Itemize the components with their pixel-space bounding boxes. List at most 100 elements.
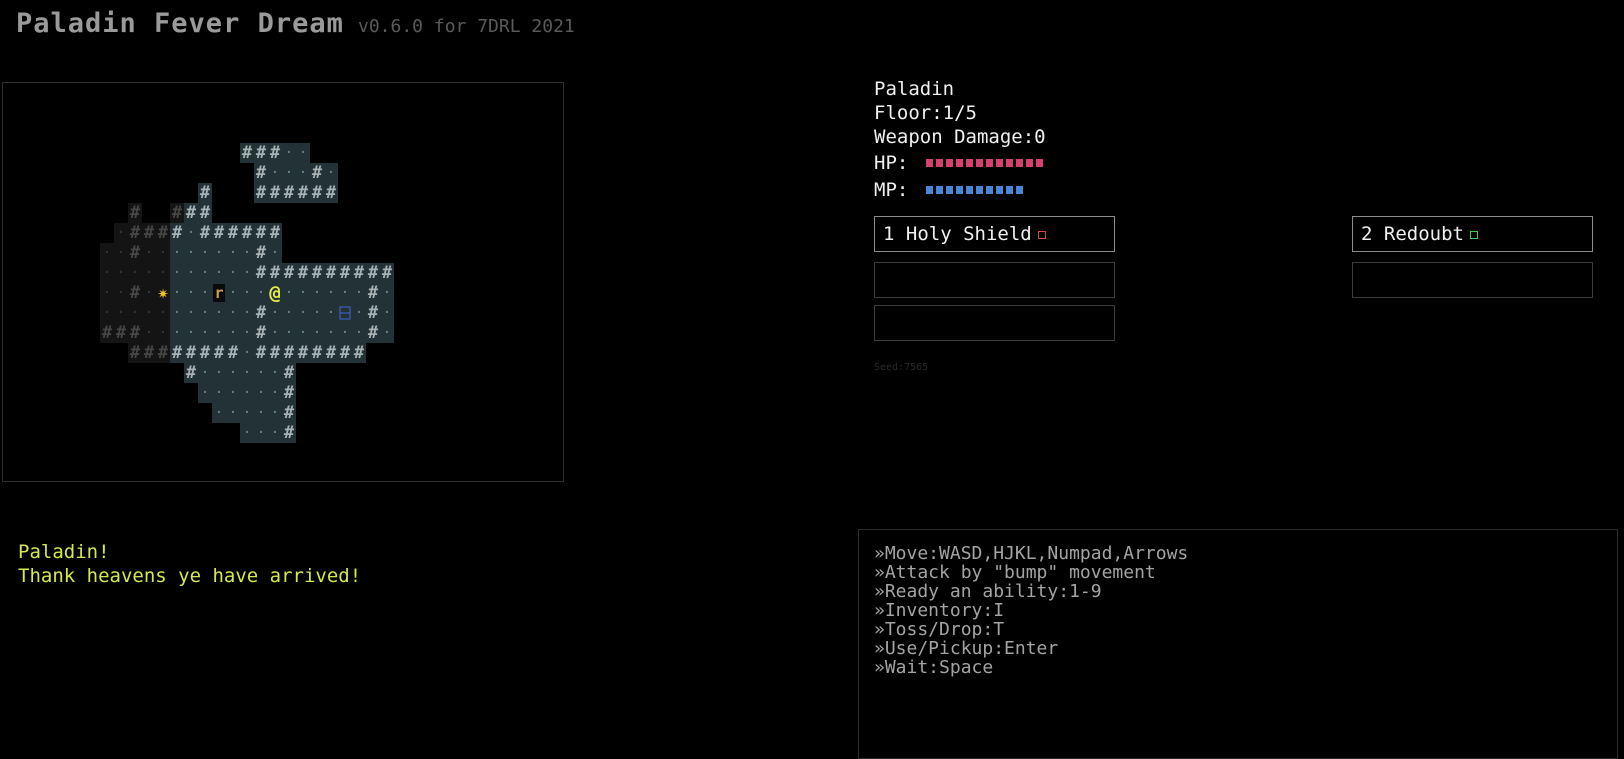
floor-tile: ·	[257, 405, 265, 421]
mp-pip	[966, 185, 973, 194]
floor-tile: ·	[145, 245, 153, 261]
floor-tile: ·	[243, 325, 251, 341]
floor-tile: ·	[327, 325, 335, 341]
floor-tile: ·	[229, 365, 237, 381]
stats-panel: Paladin Floor:1/5 Weapon Damage:0 HP: MP…	[874, 77, 1046, 203]
wall-tile: #	[130, 283, 141, 303]
floor-tile: ·	[173, 305, 181, 321]
floor-tile: ·	[117, 225, 125, 241]
floor-tile: ·	[327, 305, 335, 321]
floor-tile: ·	[103, 285, 111, 301]
floor-tile: ·	[201, 365, 209, 381]
floor-tile: ·	[271, 365, 279, 381]
wall-tile: #	[256, 143, 267, 163]
floor-tile: ·	[201, 265, 209, 281]
floor-tile: ·	[173, 245, 181, 261]
floor-tile: ·	[145, 285, 153, 301]
help-wait: »Wait:Space	[874, 657, 994, 678]
wall-tile: #	[144, 223, 155, 243]
wall-tile: #	[312, 343, 323, 363]
wall-tile: #	[214, 223, 225, 243]
floor-tile: ·	[229, 405, 237, 421]
hp-pip	[996, 158, 1003, 167]
dungeon-map[interactable]: # # · # # # · · # · · · · · · · · · # · ✷ · · · · · # # # · · # # # # # # · · #…	[2, 82, 564, 482]
ability-slot-2[interactable]: 2 Redoubt	[1352, 216, 1593, 252]
wall-tile: #	[144, 343, 155, 363]
floor-tile: ·	[257, 285, 265, 301]
mp-bar	[926, 185, 1023, 194]
floor-tile: ·	[285, 145, 293, 161]
floor-tile: ·	[243, 365, 251, 381]
weapon-damage: Weapon Damage:0	[874, 126, 1046, 148]
ability-slot-3[interactable]	[874, 262, 1115, 298]
floor-tile: ·	[285, 305, 293, 321]
mp-pip	[1006, 185, 1013, 194]
wall-tile: #	[326, 263, 337, 283]
floor-tile: ·	[285, 285, 293, 301]
wall-tile: #	[228, 343, 239, 363]
floor-tile: ·	[271, 245, 279, 261]
floor-tile: ·	[187, 225, 195, 241]
floor-tile: ·	[117, 305, 125, 321]
wall-tile: #	[340, 343, 351, 363]
wall-tile: #	[256, 263, 267, 283]
hp-pip	[1036, 158, 1043, 167]
hp-pip	[956, 158, 963, 167]
mp-pip	[956, 185, 963, 194]
wall-tile: #	[256, 303, 267, 323]
wall-tile: #	[270, 183, 281, 203]
mp-pip	[976, 185, 983, 194]
floor-tile: ·	[257, 385, 265, 401]
floor-tile: ·	[355, 285, 363, 301]
wall-tile: #	[214, 343, 225, 363]
wall-tile: #	[284, 363, 295, 383]
floor-tile: ·	[229, 265, 237, 281]
wall-tile: #	[172, 343, 183, 363]
floor-tile: ·	[117, 265, 125, 281]
floor-tile: ·	[215, 325, 223, 341]
floor-tile: ·	[131, 305, 139, 321]
floor-tile: ·	[187, 325, 195, 341]
floor-tile: ·	[187, 265, 195, 281]
controls-help: »Move:WASD,HJKL,Numpad,Arrows »Attack by…	[858, 529, 1618, 759]
wall-tile: #	[368, 323, 379, 343]
hp-label: HP:	[874, 151, 909, 174]
message-line: Paladin!	[18, 541, 110, 563]
mp-pip	[936, 185, 943, 194]
floor-tile: ·	[313, 305, 321, 321]
wall-tile: #	[270, 263, 281, 283]
ability-slot-5[interactable]	[874, 305, 1115, 341]
wall-tile: #	[130, 223, 141, 243]
wall-tile: #	[200, 203, 211, 223]
floor-tile: ·	[243, 385, 251, 401]
help-ready-ability: »Ready an ability:1-9	[874, 581, 1102, 602]
wall-tile: #	[340, 263, 351, 283]
floor-tile: ·	[159, 265, 167, 281]
floor-tile: ·	[159, 305, 167, 321]
ability-label-2: 2 Redoubt	[1361, 223, 1464, 245]
floor-tile: ·	[215, 365, 223, 381]
wall-tile: #	[312, 183, 323, 203]
player-icon: @	[269, 282, 280, 304]
rat-monster-icon: r	[214, 284, 223, 302]
floor-tile: ·	[355, 305, 363, 321]
floor-tile: ·	[243, 265, 251, 281]
floor-tile: ·	[383, 325, 391, 341]
mp-pip	[1016, 185, 1023, 194]
wall-tile: #	[200, 183, 211, 203]
floor-tile: ·	[285, 165, 293, 181]
message-log: Paladin! Thank heavens ye have arrived!	[18, 540, 361, 588]
mp-pip	[986, 185, 993, 194]
floor-tile: ·	[215, 245, 223, 261]
wall-tile: #	[256, 243, 267, 263]
floor-tile: ·	[383, 305, 391, 321]
ability-slot-4[interactable]	[1352, 262, 1593, 298]
wall-tile: #	[270, 343, 281, 363]
floor-tile: ·	[257, 425, 265, 441]
ability-ready-indicator	[1469, 230, 1478, 239]
wall-tile: #	[270, 223, 281, 243]
floor-tile: ·	[117, 245, 125, 261]
character-name: Paladin	[874, 78, 955, 100]
wall-tile: #	[172, 203, 183, 223]
ability-slot-1[interactable]: 1 Holy Shield	[874, 216, 1115, 252]
